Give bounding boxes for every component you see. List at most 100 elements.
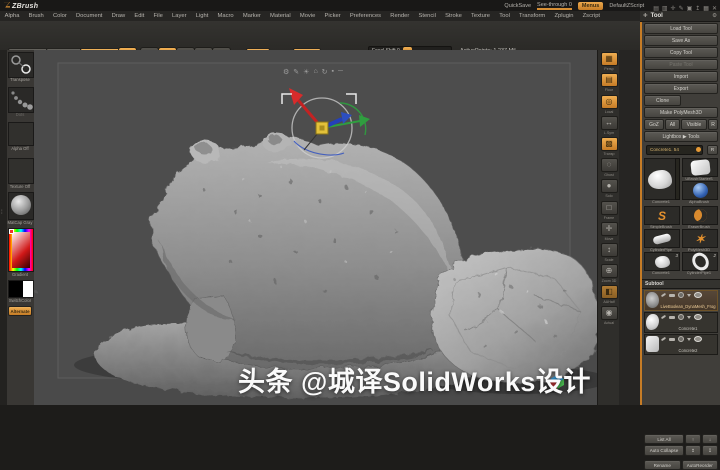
- zoom3d-button[interactable]: ⊕ Zoom 3D: [598, 264, 620, 283]
- subtool-row[interactable]: Concrete1: [644, 312, 718, 333]
- gear-icon[interactable]: ⚙: [283, 68, 289, 76]
- menu-item[interactable]: Preferences: [345, 13, 385, 19]
- light-icon[interactable]: ☀: [303, 68, 309, 76]
- menu-item[interactable]: File: [149, 13, 168, 19]
- lock-icon[interactable]: ▪: [332, 68, 334, 76]
- menu-item[interactable]: Material: [265, 13, 295, 19]
- uv-map-icon[interactable]: [669, 293, 675, 297]
- default-zscript-button[interactable]: DefaultZScript: [609, 3, 644, 9]
- tool-r-button[interactable]: R: [707, 145, 718, 155]
- goz-visible-button[interactable]: Visible: [681, 119, 707, 130]
- tool-palette-header[interactable]: ✚ Tool ⚙: [640, 11, 720, 22]
- subtool-row[interactable]: LiveBoolean_DynaMesh_Frog: [644, 290, 718, 311]
- alternate-button[interactable]: Alternate: [8, 306, 32, 316]
- menu-item[interactable]: Alpha: [0, 13, 24, 19]
- menu-item[interactable]: Marker: [238, 13, 265, 19]
- menu-item[interactable]: Draw: [107, 13, 130, 19]
- sculpt-canvas[interactable]: [34, 50, 597, 405]
- material-thumb[interactable]: [8, 192, 34, 220]
- menu-item[interactable]: Zplugin: [550, 13, 578, 19]
- move-doc-button[interactable]: ✛ Move: [598, 221, 620, 241]
- floor-button[interactable]: ▤ Floor: [598, 73, 620, 92]
- lightbox-tools-button[interactable]: Lightbox ▶ Tools: [644, 131, 718, 142]
- boolean-mode-icon[interactable]: [678, 292, 684, 298]
- menu-item[interactable]: Document: [71, 13, 107, 19]
- menus-button[interactable]: Menus: [577, 1, 604, 10]
- home-icon[interactable]: ⌂: [313, 68, 317, 76]
- paste-tool-button[interactable]: Paste Tool: [644, 59, 718, 70]
- menu-item[interactable]: Edit: [130, 13, 149, 19]
- boolean-sub-icon[interactable]: [687, 293, 691, 297]
- color-picker[interactable]: [8, 228, 34, 272]
- switch-color-label[interactable]: SwitchColor: [7, 298, 33, 303]
- menu-item[interactable]: Zscript: [578, 13, 605, 19]
- texture-off-label[interactable]: Texture Off: [7, 184, 33, 189]
- subtool-down-button[interactable]: ↓: [702, 434, 718, 444]
- goz-all-button[interactable]: All: [665, 119, 680, 130]
- scale-doc-button[interactable]: ↕ Scale: [598, 242, 620, 262]
- texture-thumb[interactable]: [8, 158, 34, 184]
- subtool-up-button[interactable]: ↑: [685, 434, 701, 444]
- polypaint-brush-icon[interactable]: [660, 314, 667, 320]
- auto-collapse-button[interactable]: Auto Collapse: [644, 445, 684, 456]
- aahalf-button[interactable]: ◧ AAHalf: [598, 285, 620, 304]
- lsym-button[interactable]: ↔ L.Sym: [598, 115, 620, 135]
- see-through-slider[interactable]: See-through 0: [537, 2, 572, 10]
- boolean-mode-icon[interactable]: [678, 336, 684, 342]
- tool-item[interactable]: [682, 181, 718, 200]
- menu-item[interactable]: Stencil: [414, 13, 441, 19]
- persp-button[interactable]: ▦ Persp: [598, 52, 620, 71]
- list-all-button[interactable]: List All: [644, 434, 684, 444]
- gear-icon[interactable]: ⚙: [712, 13, 717, 19]
- menu-item[interactable]: Macro: [213, 13, 238, 19]
- goz-button[interactable]: GoZ: [644, 119, 664, 130]
- tool-item[interactable]: [682, 158, 718, 177]
- goz-r-button[interactable]: R: [708, 119, 718, 130]
- visibility-eye-icon[interactable]: [694, 314, 702, 320]
- subtool-promote-button[interactable]: ↥: [685, 445, 701, 456]
- secondary-color-swatch[interactable]: [23, 281, 33, 297]
- current-tool-thumb[interactable]: [644, 158, 676, 200]
- visibility-eye-icon[interactable]: [694, 292, 702, 298]
- export-button[interactable]: Export: [644, 83, 718, 94]
- menu-item[interactable]: Tool: [495, 13, 515, 19]
- alpha-thumb[interactable]: [8, 122, 34, 146]
- reset-view-icon[interactable]: ↻: [322, 68, 328, 76]
- import-button[interactable]: Import: [644, 71, 718, 82]
- gradient-label[interactable]: Gradient: [7, 272, 33, 277]
- polypaint-brush-icon[interactable]: [660, 292, 667, 298]
- boolean-mode-icon[interactable]: [678, 314, 684, 320]
- transpose-brush-thumb[interactable]: [8, 52, 34, 78]
- uv-map-icon[interactable]: [669, 315, 675, 319]
- actual-button[interactable]: ◉ Actual: [598, 306, 620, 325]
- tool-item[interactable]: 2: [682, 250, 718, 273]
- transp-button[interactable]: ▩ Transp: [598, 136, 620, 156]
- subtool-demote-button[interactable]: ↧: [702, 445, 718, 456]
- tool-item[interactable]: [644, 229, 680, 248]
- boolean-sub-icon[interactable]: [687, 337, 691, 341]
- subtool-section-header[interactable]: Subtool: [642, 279, 720, 289]
- menu-item[interactable]: Color: [48, 13, 71, 19]
- menu-item[interactable]: Layer: [167, 13, 191, 19]
- rename-button[interactable]: Rename: [644, 460, 681, 470]
- clone-button[interactable]: Clone: [644, 95, 681, 106]
- make-polymesh3d-button[interactable]: Make PolyMesh3D: [644, 107, 718, 118]
- load-tool-button[interactable]: Load Tool: [644, 23, 718, 34]
- left-divider-strip[interactable]: ⁞: [0, 50, 7, 405]
- collapse-icon[interactable]: ─: [338, 68, 343, 76]
- alpha-off-label[interactable]: Alpha Off: [7, 146, 33, 151]
- menu-item[interactable]: Brush: [24, 13, 48, 19]
- stroke-thumb[interactable]: [8, 87, 34, 113]
- polypaint-brush-icon[interactable]: [660, 336, 667, 342]
- solo-button[interactable]: ● Solo: [598, 179, 620, 198]
- frame-button[interactable]: □ Frame: [598, 200, 620, 220]
- menu-item[interactable]: Light: [191, 13, 213, 19]
- tool-item[interactable]: [682, 206, 718, 225]
- boolean-sub-icon[interactable]: [687, 315, 691, 319]
- subtool-row[interactable]: Concrete2: [644, 334, 718, 355]
- uv-map-icon[interactable]: [669, 337, 675, 341]
- local-button[interactable]: ◎ Local: [598, 94, 620, 114]
- pen-icon[interactable]: ✎: [293, 68, 299, 76]
- menu-item[interactable]: Movie: [295, 13, 320, 19]
- auto-reorder-button[interactable]: AutoReorder: [681, 460, 718, 470]
